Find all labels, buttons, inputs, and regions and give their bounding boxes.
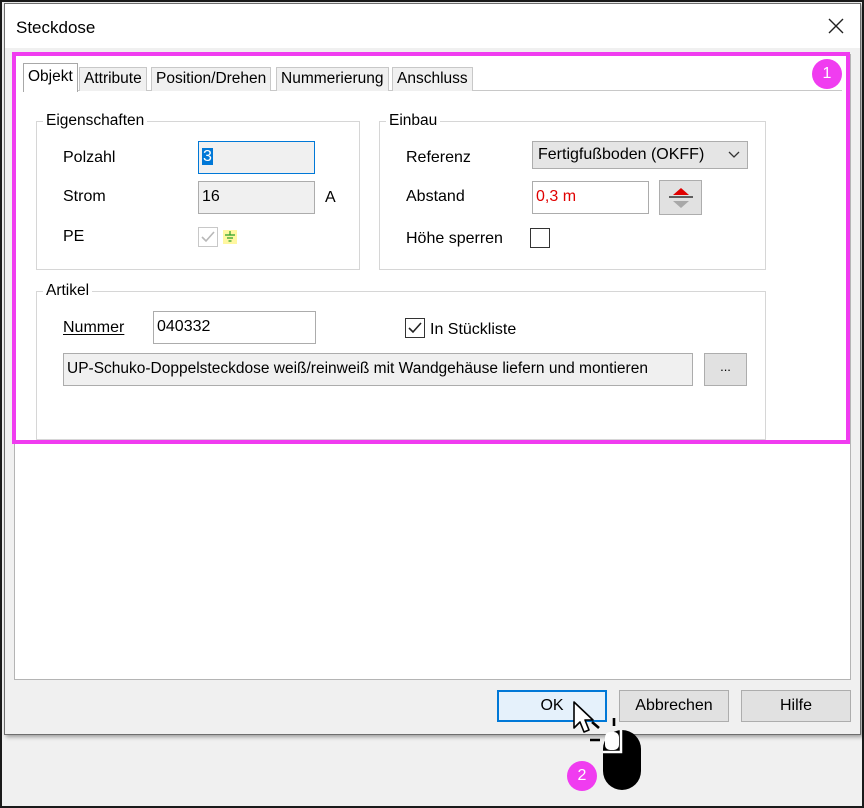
polzahl-label: Polzahl [63, 149, 116, 166]
dialog-window: Steckdose Objekt Attribute Position/Dreh… [4, 3, 861, 735]
step-badge-1: 1 [812, 59, 842, 89]
strom-label: Strom [63, 188, 106, 205]
group-title-eigenschaften: Eigenschaften [43, 112, 148, 130]
abstand-label: Abstand [406, 188, 465, 205]
tab-panel: Objekt Attribute Position/Drehen Nummeri… [14, 54, 851, 680]
window-title: Steckdose [16, 18, 96, 37]
article-description-field[interactable]: UP-Schuko-Doppelsteckdose weiß/reinweiß … [63, 353, 693, 386]
tab-attribute[interactable]: Attribute [79, 67, 147, 91]
height-reference-button[interactable] [659, 180, 702, 215]
tab-nummerierung[interactable]: Nummerierung [276, 67, 389, 91]
hoehe-sperren-checkbox[interactable] [530, 228, 550, 248]
nummer-label: Nummer [63, 319, 125, 336]
group-eigenschaften: Eigenschaften Polzahl 3 Strom 16 A PE [36, 112, 360, 270]
abstand-field[interactable]: 0,3 m [532, 181, 649, 214]
polzahl-value: 3 [202, 148, 213, 165]
strom-field[interactable]: 16 [198, 181, 315, 214]
pe-checkbox[interactable] [198, 227, 218, 247]
checkmark-icon [201, 231, 215, 243]
group-title-einbau: Einbau [386, 112, 441, 130]
group-title-artikel: Artikel [43, 282, 93, 300]
referenz-dropdown[interactable]: Fertigfußboden (OKFF) [532, 141, 748, 169]
hoehe-sperren-label: Höhe sperren [406, 230, 503, 247]
tab-objekt[interactable]: Objekt [23, 63, 78, 92]
checkmark-icon [408, 322, 422, 334]
nummer-field[interactable]: 040332 [153, 311, 316, 344]
close-icon [828, 18, 844, 34]
ground-symbol-icon [223, 230, 237, 244]
group-artikel: Artikel Nummer 040332 In Stückliste UP-S… [36, 282, 766, 440]
tab-position-drehen[interactable]: Position/Drehen [151, 67, 272, 91]
tab-anschluss[interactable]: Anschluss [392, 67, 473, 91]
strom-unit: A [325, 189, 336, 206]
stueckliste-checkbox[interactable] [405, 318, 425, 338]
referenz-label: Referenz [406, 149, 471, 166]
close-button[interactable] [826, 16, 846, 36]
chevron-down-icon [728, 151, 740, 158]
mouse-click-icon [590, 718, 641, 790]
polzahl-field[interactable]: 3 [198, 141, 315, 174]
referenz-value: Fertigfußboden (OKFF) [538, 146, 705, 163]
help-button[interactable]: Hilfe [741, 690, 851, 722]
group-einbau: Einbau Referenz Fertigfußboden (OKFF) Ab… [379, 112, 766, 270]
title-bar: Steckdose [5, 4, 860, 48]
stueckliste-label: In Stückliste [430, 321, 517, 338]
height-arrows-icon [668, 188, 693, 208]
browse-button[interactable]: ... [704, 353, 747, 386]
pe-label: PE [63, 228, 85, 245]
